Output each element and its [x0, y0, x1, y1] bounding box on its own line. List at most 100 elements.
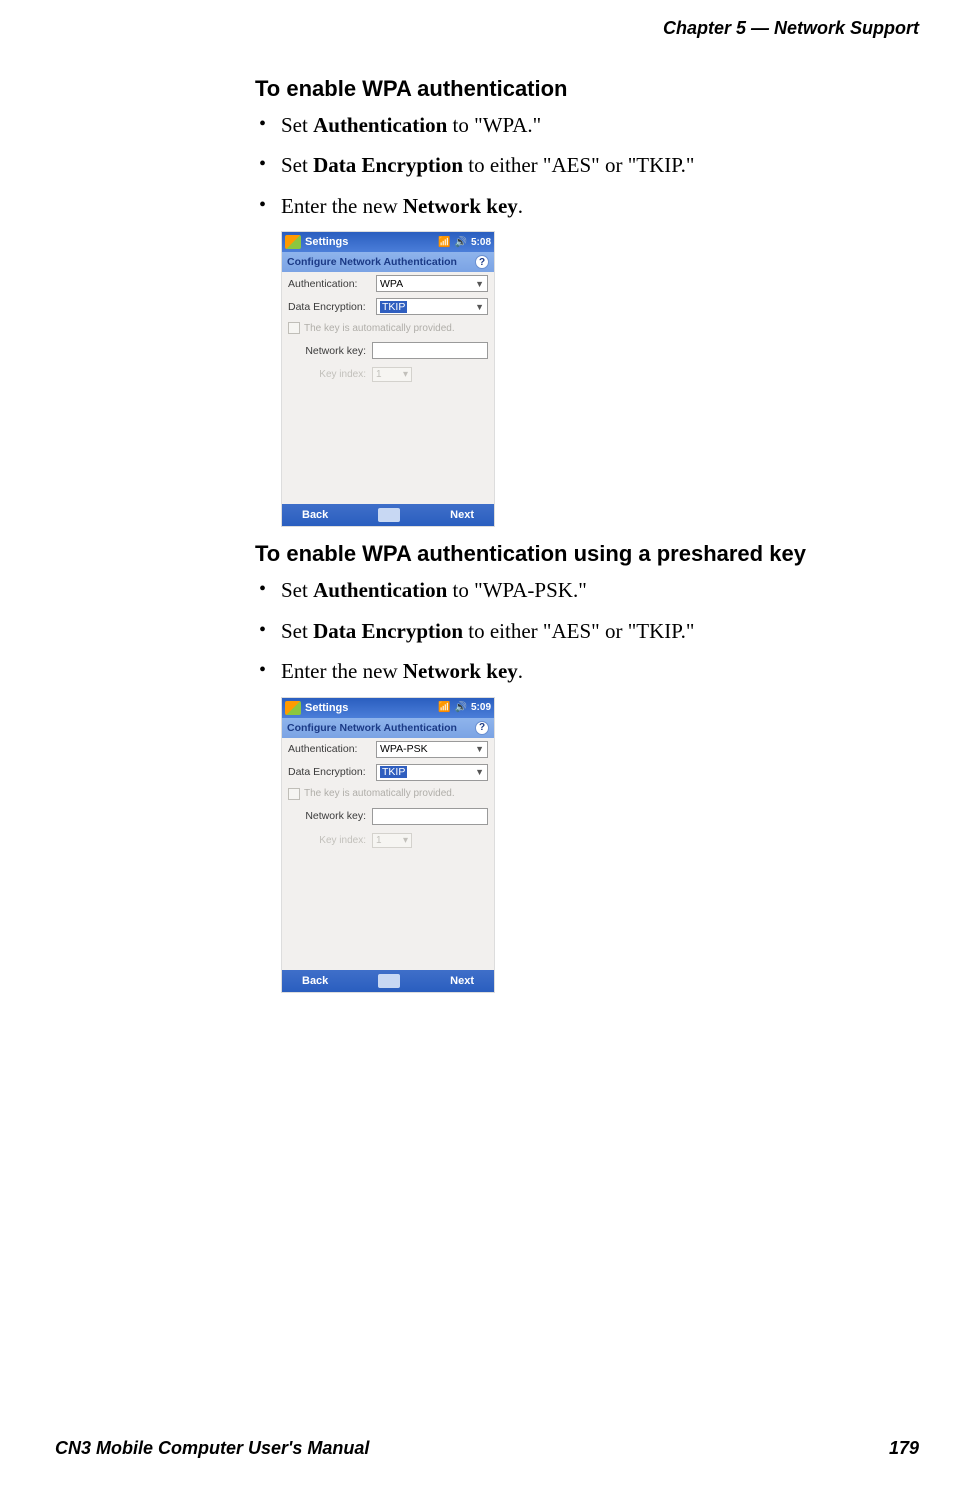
- bullet-item: Set Data Encryption to either "AES" or "…: [255, 616, 915, 646]
- key-index-row: Key index: 1 ▾: [282, 829, 494, 852]
- encryption-row: Data Encryption: TKIP ▼: [282, 295, 494, 318]
- chevron-down-icon: ▼: [475, 279, 484, 289]
- encryption-select[interactable]: TKIP ▼: [376, 298, 488, 315]
- auto-key-checkbox: [288, 788, 300, 800]
- authentication-row: Authentication: WPA-PSK ▼: [282, 738, 494, 761]
- screenshot-wpa: Settings 📶 🔊 5:08 Configure Network Auth…: [281, 231, 495, 527]
- dialog-body: Authentication: WPA ▼ Data Encryption: T…: [282, 272, 494, 504]
- authentication-select[interactable]: WPA ▼: [376, 275, 488, 292]
- footer-manual: CN3 Mobile Computer User's Manual: [55, 1438, 369, 1459]
- network-key-label: Network key:: [288, 345, 366, 357]
- title-text: Settings: [305, 236, 434, 248]
- bold-text: Authentication: [313, 578, 447, 602]
- bold-text: Authentication: [313, 113, 447, 137]
- help-icon[interactable]: ?: [475, 255, 489, 269]
- encryption-value: TKIP: [380, 766, 407, 778]
- key-index-select: 1 ▾: [372, 833, 412, 848]
- page-footer: CN3 Mobile Computer User's Manual 179: [55, 1438, 919, 1459]
- auto-key-row: The key is automatically provided.: [282, 784, 494, 804]
- text: Enter the new: [281, 194, 403, 218]
- authentication-row: Authentication: WPA ▼: [282, 272, 494, 295]
- signal-icon: 📶: [438, 702, 450, 713]
- network-key-input[interactable]: [372, 342, 488, 359]
- back-button[interactable]: Back: [302, 975, 328, 987]
- auto-key-checkbox: [288, 322, 300, 334]
- auto-key-label: The key is automatically provided.: [304, 788, 455, 799]
- bullet-list-1: Set Authentication to "WPA." Set Data En…: [255, 110, 915, 221]
- screenshot-wpa-psk: Settings 📶 🔊 5:09 Configure Network Auth…: [281, 697, 495, 993]
- bold-text: Network key: [403, 659, 518, 683]
- encryption-value: TKIP: [380, 301, 407, 313]
- help-icon[interactable]: ?: [475, 721, 489, 735]
- network-key-row: Network key:: [282, 338, 494, 363]
- encryption-row: Data Encryption: TKIP ▼: [282, 761, 494, 784]
- subtitle-text: Configure Network Authentication: [287, 256, 457, 268]
- bold-text: Network key: [403, 194, 518, 218]
- chevron-down-icon: ▼: [475, 302, 484, 312]
- auto-key-row: The key is automatically provided.: [282, 318, 494, 338]
- start-icon[interactable]: [285, 235, 301, 249]
- authentication-value: WPA-PSK: [380, 743, 428, 755]
- bullet-item: Enter the new Network key.: [255, 656, 915, 686]
- keyboard-icon[interactable]: [378, 508, 400, 522]
- chevron-down-icon: ▾: [403, 369, 408, 380]
- network-key-row: Network key:: [282, 804, 494, 829]
- text: to "WPA-PSK.": [447, 578, 586, 602]
- text: Set: [281, 619, 313, 643]
- back-button[interactable]: Back: [302, 509, 328, 521]
- text: to "WPA.": [447, 113, 541, 137]
- section-heading-wpa: To enable WPA authentication: [255, 76, 915, 102]
- encryption-select[interactable]: TKIP ▼: [376, 764, 488, 781]
- key-index-label: Key index:: [288, 835, 366, 846]
- text: Set: [281, 153, 313, 177]
- bold-text: Data Encryption: [313, 619, 463, 643]
- subtitle-text: Configure Network Authentication: [287, 722, 457, 734]
- text: Set: [281, 113, 313, 137]
- subtitle-bar: Configure Network Authentication ?: [282, 252, 494, 272]
- titlebar: Settings 📶 🔊 5:09: [282, 698, 494, 718]
- section-heading-wpa-psk: To enable WPA authentication using a pre…: [255, 541, 915, 567]
- network-key-label: Network key:: [288, 810, 366, 822]
- bullet-item: Set Authentication to "WPA-PSK.": [255, 575, 915, 605]
- signal-icon: 📶: [438, 237, 450, 248]
- encryption-label: Data Encryption:: [288, 301, 376, 313]
- titlebar: Settings 📶 🔊 5:08: [282, 232, 494, 252]
- text: Set: [281, 578, 313, 602]
- key-index-label: Key index:: [288, 369, 366, 380]
- text: to either "AES" or "TKIP.": [463, 153, 694, 177]
- subtitle-bar: Configure Network Authentication ?: [282, 718, 494, 738]
- bullet-item: Set Data Encryption to either "AES" or "…: [255, 150, 915, 180]
- key-index-row: Key index: 1 ▾: [282, 363, 494, 386]
- next-button[interactable]: Next: [450, 509, 474, 521]
- title-text: Settings: [305, 702, 434, 714]
- keyboard-icon[interactable]: [378, 974, 400, 988]
- text: .: [518, 659, 523, 683]
- clock: 5:09: [471, 702, 491, 713]
- key-index-value: 1: [376, 369, 382, 380]
- chevron-down-icon: ▼: [475, 744, 484, 754]
- volume-icon: 🔊: [455, 702, 467, 713]
- authentication-label: Authentication:: [288, 743, 376, 755]
- volume-icon: 🔊: [455, 237, 467, 248]
- authentication-value: WPA: [380, 278, 403, 290]
- encryption-label: Data Encryption:: [288, 766, 376, 778]
- auto-key-label: The key is automatically provided.: [304, 323, 455, 334]
- softkey-bar: Back Next: [282, 970, 494, 992]
- network-key-input[interactable]: [372, 808, 488, 825]
- page-header: Chapter 5 — Network Support: [663, 18, 919, 39]
- page-content: To enable WPA authentication Set Authent…: [255, 70, 915, 1007]
- bullet-item: Set Authentication to "WPA.": [255, 110, 915, 140]
- softkey-bar: Back Next: [282, 504, 494, 526]
- next-button[interactable]: Next: [450, 975, 474, 987]
- bullet-item: Enter the new Network key.: [255, 191, 915, 221]
- text: .: [518, 194, 523, 218]
- text: Enter the new: [281, 659, 403, 683]
- footer-page-number: 179: [889, 1438, 919, 1459]
- chevron-down-icon: ▾: [403, 835, 408, 846]
- authentication-select[interactable]: WPA-PSK ▼: [376, 741, 488, 758]
- chevron-down-icon: ▼: [475, 767, 484, 777]
- bullet-list-2: Set Authentication to "WPA-PSK." Set Dat…: [255, 575, 915, 686]
- start-icon[interactable]: [285, 701, 301, 715]
- key-index-value: 1: [376, 835, 382, 846]
- bold-text: Data Encryption: [313, 153, 463, 177]
